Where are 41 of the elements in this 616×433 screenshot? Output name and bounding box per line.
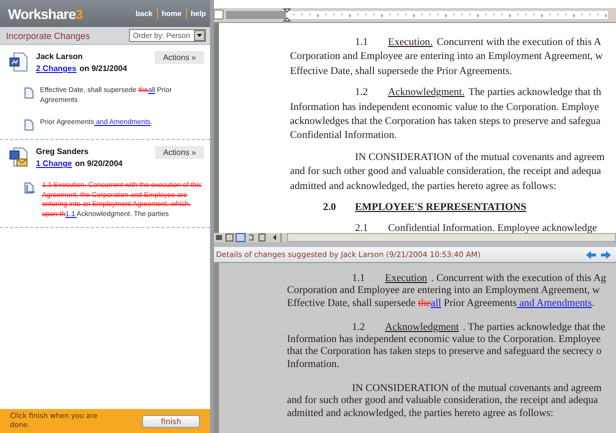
- logo: Workshare3: [8, 6, 82, 22]
- ruler[interactable]: [214, 8, 616, 23]
- document-line: 1.1 Execution. Concurrent with the execution of this A: [354, 36, 602, 50]
- section-title: Incorporate Changes: [6, 30, 90, 40]
- author-name: Jack Larson: [36, 52, 84, 61]
- document-line: and for such other good and valuable consideration, the receipt and adequa: [290, 165, 602, 180]
- document-line: IN CONSIDERATION of the mutual covenants and agreem: [354, 150, 605, 165]
- change-date: on 9/20/2004: [75, 159, 123, 168]
- document-line: and for such other good and valuable consideration, the receipt and adequa: [287, 395, 598, 408]
- changes-link[interactable]: 1 Change: [36, 159, 72, 168]
- document-line: Corporation and Employee are entering into an Employment Agreement, w: [290, 50, 603, 64]
- page-icon: [24, 119, 34, 131]
- next-arrow-icon[interactable]: [600, 250, 612, 260]
- document-mail-icon: [8, 146, 30, 168]
- document-line: Corporation and Employee are entering into an Employment Agreement, w: [287, 285, 600, 298]
- actions-button[interactable]: Actions »: [155, 51, 204, 64]
- view-buttons[interactable]: [215, 233, 283, 242]
- document-line: 1.2 Acknowledgment . The parties acknowledge that the: [351, 322, 606, 334]
- document-line: Confidential Information.: [290, 129, 397, 144]
- change-date: on 9/21/2004: [79, 64, 128, 73]
- changes-link[interactable]: 2 Changes: [36, 64, 76, 73]
- document-line: that the Corporation has taken steps to preserve and safeguard the secrecy o: [287, 346, 602, 359]
- page-icon: [24, 87, 34, 99]
- horizontal-scrollbar[interactable]: [287, 233, 616, 242]
- section-heading: 2.0 EMPLOYEE'S REPRESENTATIONS: [322, 200, 526, 215]
- document-line: admitted and acknowledged, the parties hereto agree as follows:: [290, 180, 556, 194]
- previous-arrow-icon[interactable]: [585, 250, 597, 260]
- document-line: 1.1 Execution . Concurrent with the execution of this Ag: [351, 273, 606, 286]
- document-line: IN CONSIDERATION of the mutual covenants and agreem: [351, 383, 602, 396]
- document-line: 1.2 Acknowledgment. The parties acknowledge that th: [354, 86, 602, 100]
- document-line: Information has independent economic value to the Corporation. Employee: [287, 334, 601, 346]
- author-name: Greg Sanders: [36, 147, 90, 156]
- document-line: acknowledges that the Corporation has taken steps to preserve and safegua: [290, 114, 600, 129]
- page-arrow-icon: [24, 182, 36, 194]
- document-line: Effective Date, shall supersede the Prior Agreements.: [290, 64, 512, 79]
- actions-button[interactable]: Actions »: [155, 146, 204, 159]
- document-line: Information.: [287, 358, 340, 372]
- document-icon: [8, 51, 30, 73]
- document-line: Information has independent economic value to the Corporation. Employe: [290, 100, 600, 115]
- document-line: Effective Date, shall supersede theall Prior Agreements and Amendments.: [287, 298, 594, 310]
- document-line: admitted and acknowledged, the parties hereto agree as follows:: [287, 408, 554, 420]
